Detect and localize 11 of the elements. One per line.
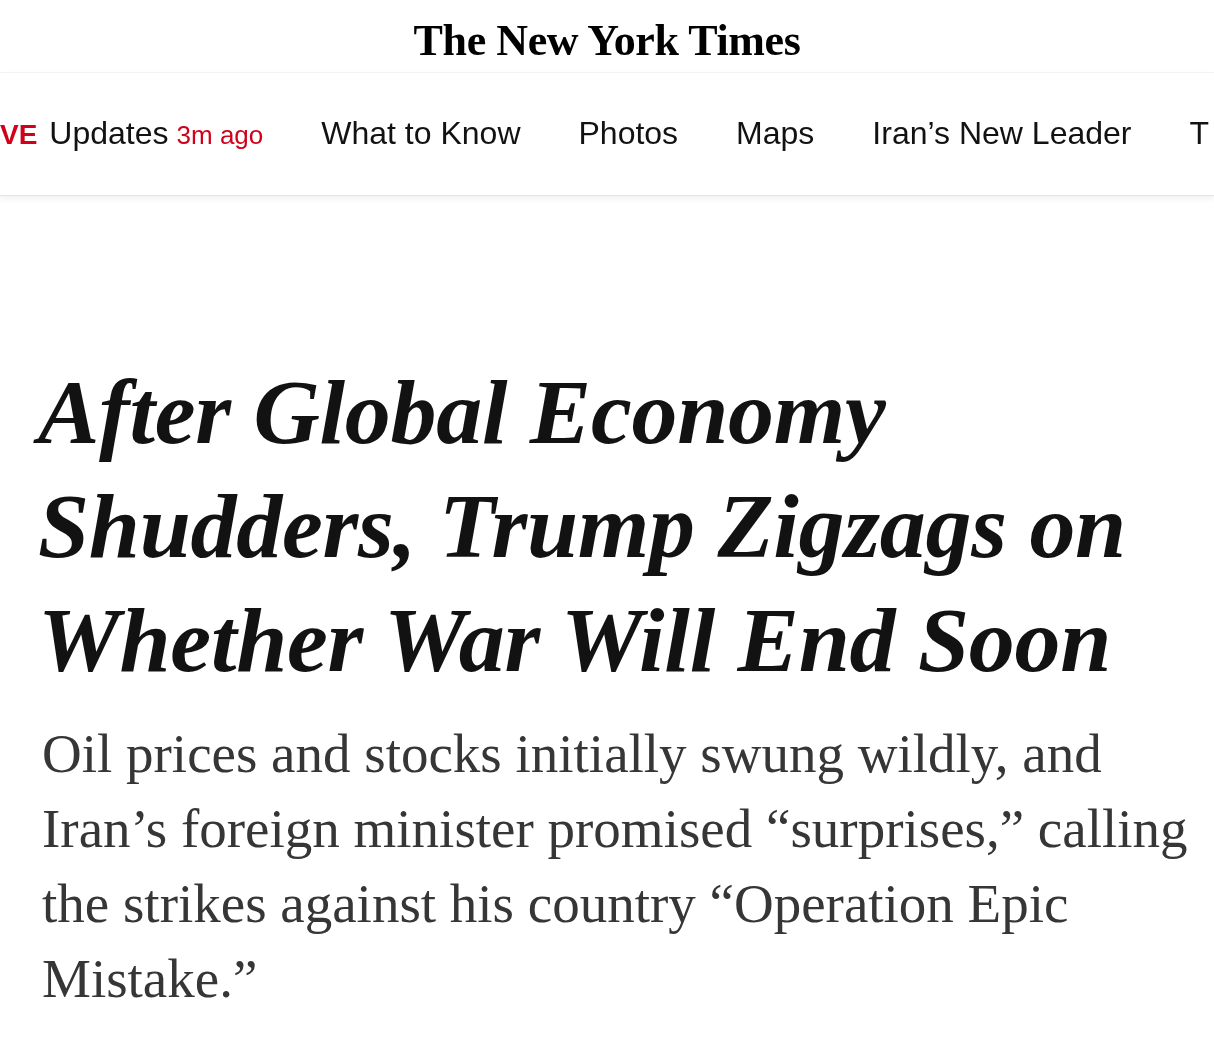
live-label: VE	[0, 118, 38, 151]
timestamp: 3m ago	[176, 119, 264, 151]
nav-link[interactable]: Photos	[578, 114, 679, 152]
nav-link[interactable]: Maps	[736, 114, 815, 152]
nav-link[interactable]: What to Know	[321, 114, 521, 152]
article-summary: Oil prices and stocks initially swung wildly, and Iran’s foreign minister promised “surprises,” calling the strikes against his country “Operation Epic Mistake.”	[42, 722, 1189, 1011]
nav-link[interactable]: T	[1189, 114, 1209, 152]
nav-link[interactable]: Updates	[49, 114, 169, 152]
headline: After Global Economy Shudders, Trump Zigzags on Whether War Will End Soon	[26, 355, 1210, 697]
masthead-logo[interactable]: The New York Times	[413, 17, 801, 65]
nav-link[interactable]: Iran’s New Leader	[872, 114, 1132, 152]
